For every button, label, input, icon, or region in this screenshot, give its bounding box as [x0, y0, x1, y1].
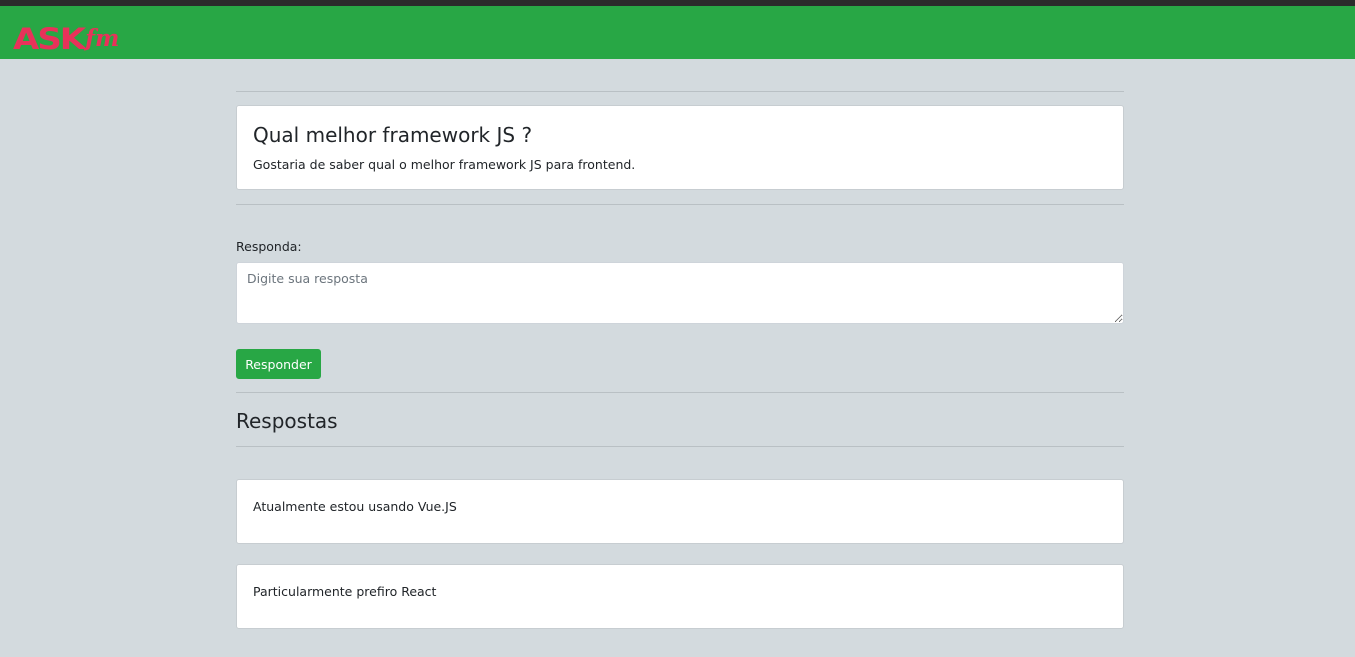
question-description: Gostaria de saber qual o melhor framewor…: [253, 157, 636, 172]
reply-textarea[interactable]: [236, 262, 1124, 324]
logo-ask-text: ASK: [13, 22, 86, 57]
answers-heading: Respostas: [236, 409, 338, 433]
divider-top: [236, 91, 1124, 92]
divider-form: [236, 392, 1124, 393]
answer-card: Particularmente prefiro React: [236, 564, 1124, 629]
question-card: Qual melhor framework JS ? Gostaria de s…: [236, 105, 1124, 190]
submit-reply-button[interactable]: Responder: [236, 349, 321, 379]
answer-text: Atualmente estou usando Vue.JS: [253, 499, 457, 514]
askfm-logo[interactable]: ASK fm: [13, 14, 119, 54]
logo-fm-text: fm: [85, 25, 120, 52]
reply-label: Responda:: [236, 239, 302, 254]
answer-card: Atualmente estou usando Vue.JS: [236, 479, 1124, 544]
divider-answers: [236, 446, 1124, 447]
divider-question: [236, 204, 1124, 205]
navbar: ASK fm: [0, 6, 1355, 59]
question-title: Qual melhor framework JS ?: [253, 123, 533, 147]
answer-text: Particularmente prefiro React: [253, 584, 437, 599]
